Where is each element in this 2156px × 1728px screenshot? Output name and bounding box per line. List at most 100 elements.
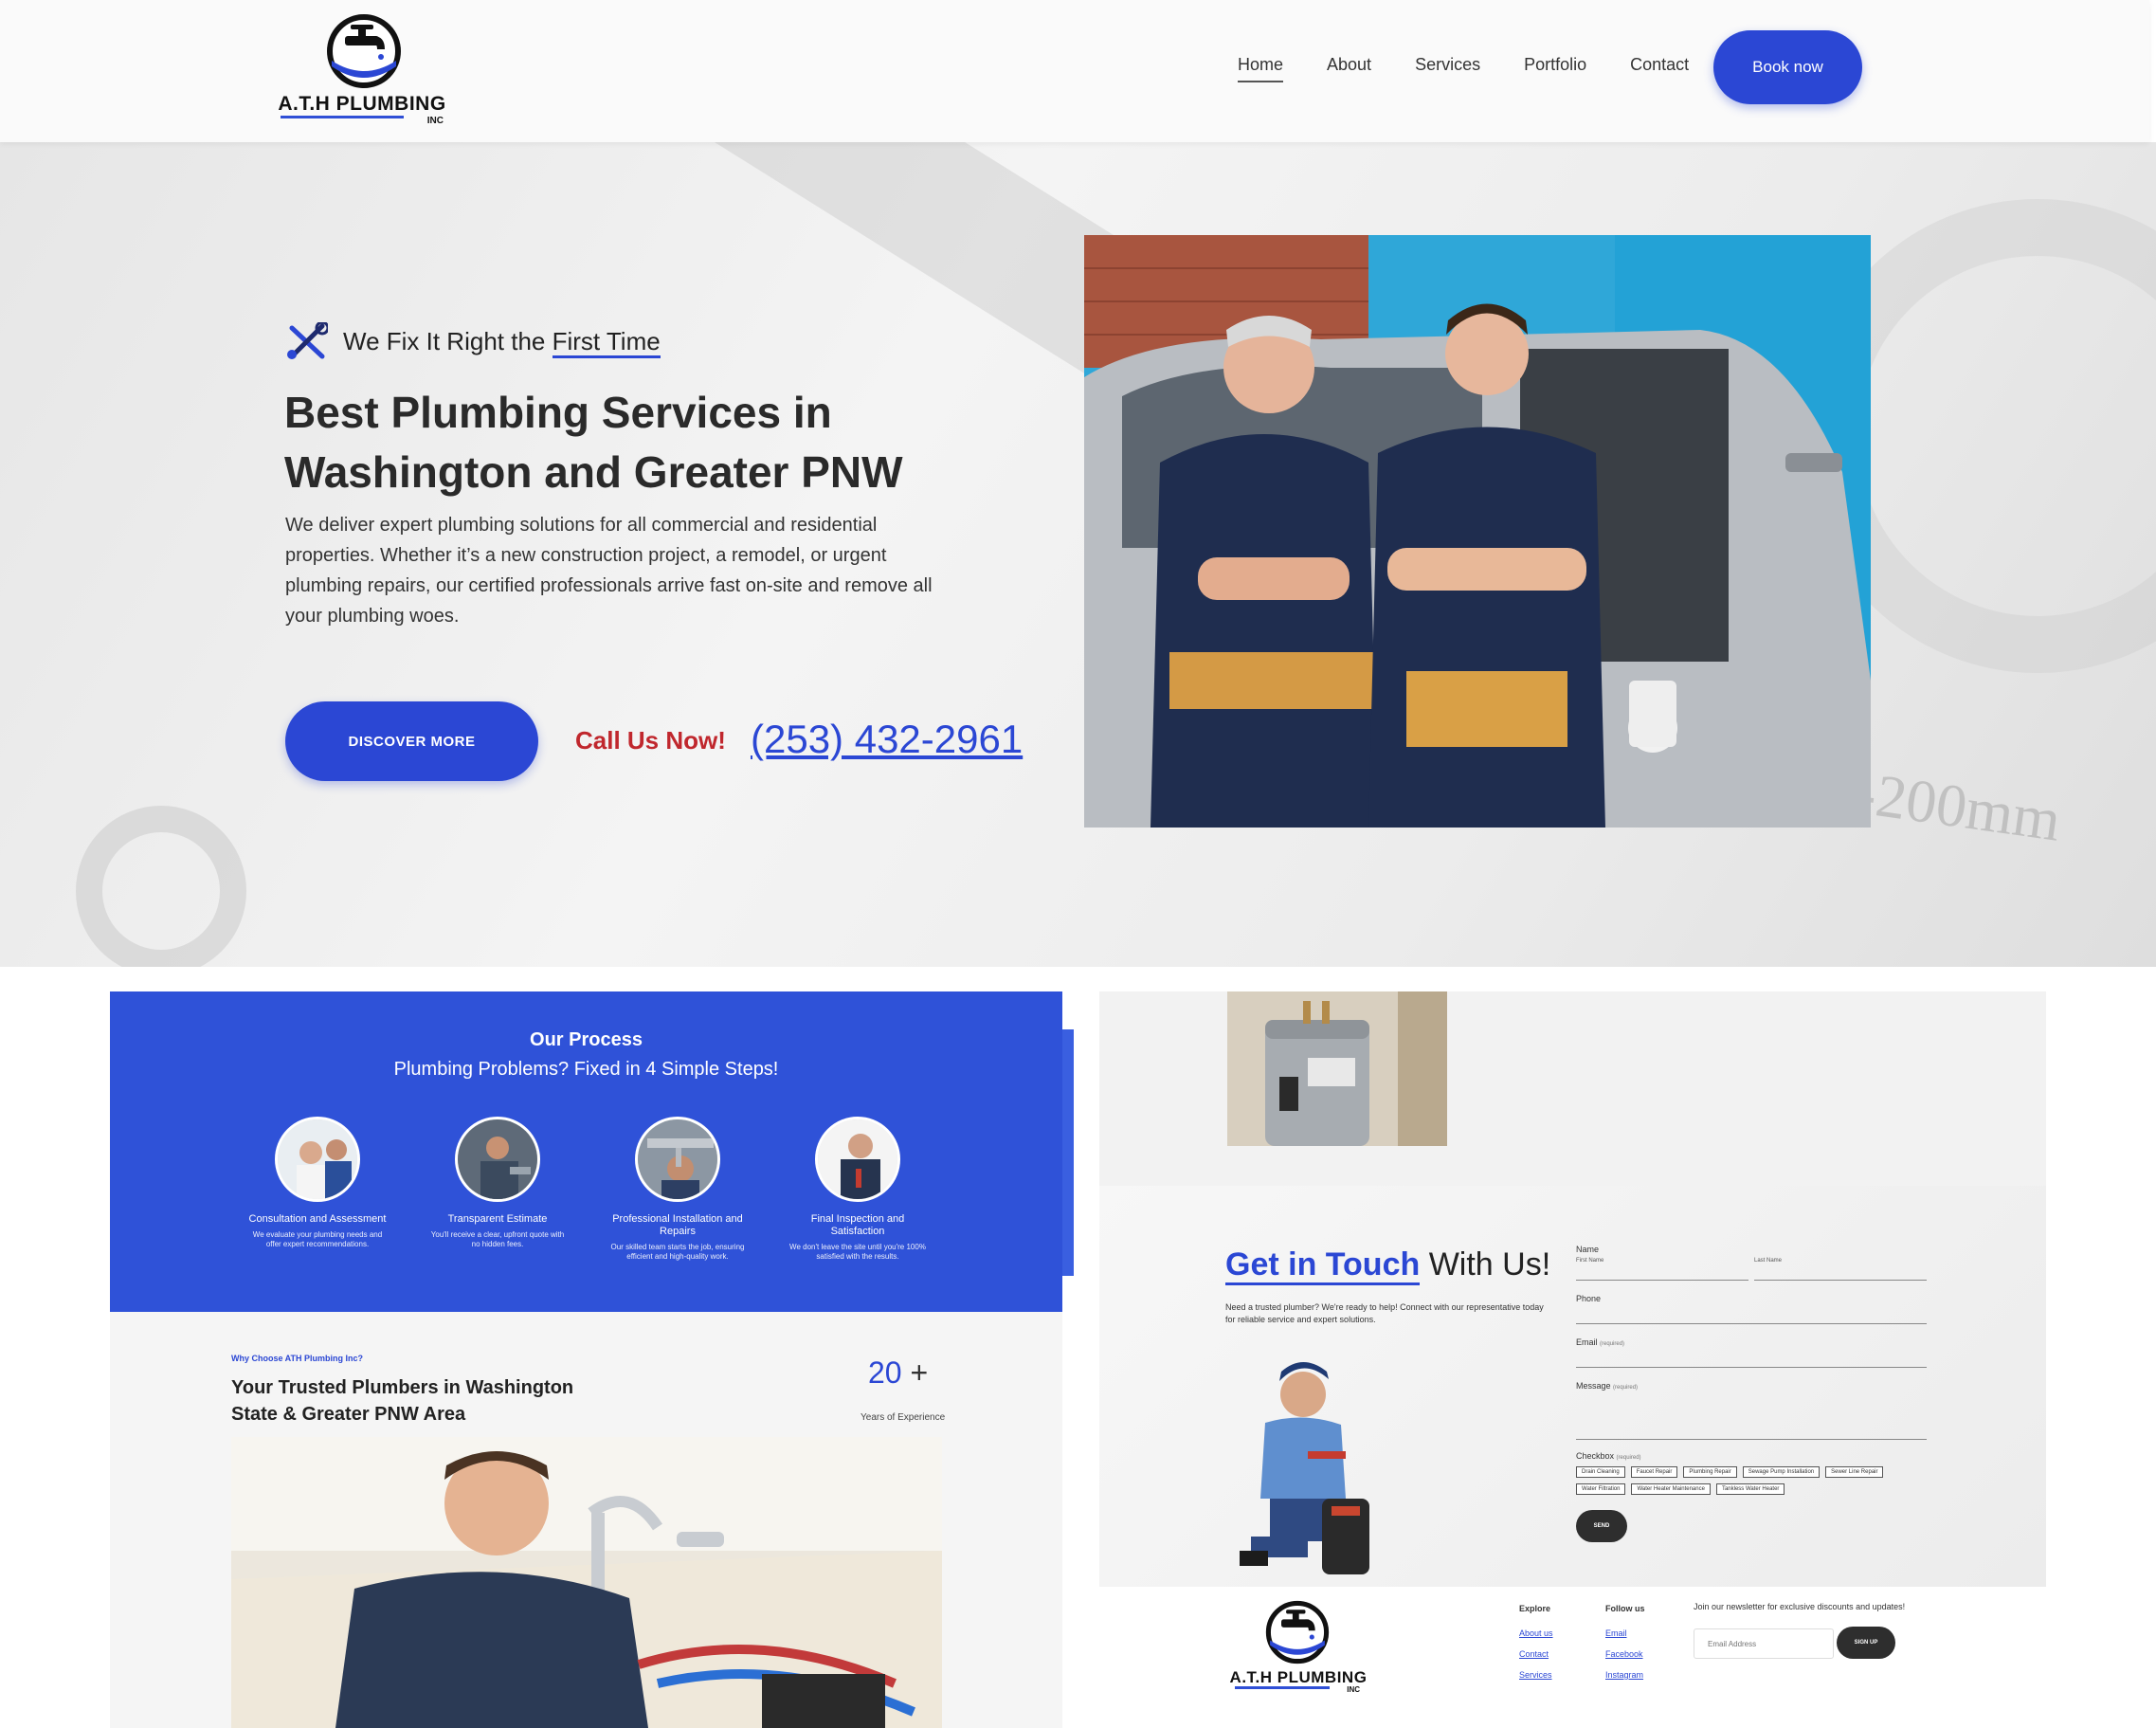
first-name-field[interactable]: First Name [1576,1258,1748,1281]
phone-label: Phone [1576,1294,1602,1303]
checkbox-option[interactable]: Sewage Pump Installation [1742,1466,1821,1478]
first-name-input[interactable] [1576,1264,1748,1281]
trusted-plumber-photo [231,1437,942,1728]
checkbox-required: (required) [1616,1455,1641,1461]
process-preview-card: Our Process Plumbing Problems? Fixed in … [110,991,1074,1728]
nav-home[interactable]: Home [1238,55,1284,82]
brand-name: A.T.H PLUMBING [278,93,446,115]
step-description: Our skilled team starts the job, ensurin… [610,1243,745,1261]
site-header: A.T.H PLUMBING INC Home About Services P… [0,0,2149,142]
contact-title-highlight: Get in Touch [1225,1246,1421,1285]
step-photo-consultation [275,1117,360,1202]
discover-more-button[interactable]: DISCOVER MORE [285,701,538,781]
footer-link-instagram[interactable]: Instagram [1605,1670,1645,1680]
process-edge-strip [1062,1029,1074,1276]
phone-input[interactable] [1576,1303,1927,1324]
step-description: We don't leave the site until you're 100… [789,1243,926,1261]
brand-underline [281,116,404,118]
email-field[interactable]: Email (required) [1576,1337,1927,1368]
hero-background-fitting [76,806,246,967]
tagline-prefix: We Fix It Right the [343,326,553,355]
contact-preview-card: Get in Touch With Us! Need a trusted plu… [1099,991,2046,1728]
step-title: Professional Installation and Repairs [612,1213,743,1237]
email-label: Email (required) [1576,1337,1927,1347]
last-name-field[interactable]: Last Name [1754,1258,1927,1281]
sign-up-button[interactable]: SIGN UP [1837,1627,1895,1659]
footer-link-services[interactable]: Services [1519,1670,1553,1680]
step-title: Transparent Estimate [447,1213,548,1225]
why-choose-label: Why Choose ATH Plumbing Inc? [231,1354,363,1363]
explore-title: Explore [1519,1604,1551,1613]
step-title: Final Inspection and Satisfaction [810,1213,905,1237]
step-title: Consultation and Assessment [248,1213,387,1225]
footer-link-email[interactable]: Email [1605,1628,1645,1638]
book-now-button[interactable]: Book now [1713,30,1862,104]
checkbox-label-text: Checkbox [1576,1451,1615,1461]
brand-logo[interactable]: A.T.H PLUMBING INC [277,11,447,126]
follow-title: Follow us [1605,1604,1645,1613]
nav-services[interactable]: Services [1415,55,1480,82]
newsletter-email-input[interactable] [1694,1628,1834,1659]
checkbox-option[interactable]: Plumbing Repair [1683,1466,1737,1478]
footer-logo[interactable]: A.T.H PLUMBING INC [1227,1600,1369,1695]
contact-form: Name First Name Last Name Phone Email (r… [1576,1245,1927,1542]
tagline-text: We Fix It Right the First Time [343,326,661,358]
footer-link-facebook[interactable]: Facebook [1605,1649,1645,1659]
process-section: Our Process Plumbing Problems? Fixed in … [110,991,1062,1312]
nav-about[interactable]: About [1327,55,1371,82]
footer-brand-name: A.T.H PLUMBING [1229,1668,1368,1686]
message-required: (required) [1613,1385,1639,1391]
checkbox-option[interactable]: Drain Cleaning [1576,1466,1625,1478]
email-label-text: Email [1576,1337,1598,1347]
contact-title: Get in Touch With Us! [1225,1246,1551,1285]
checkbox-option[interactable]: Water Heater Maintenance [1631,1483,1711,1495]
name-row: First Name Last Name [1576,1258,1927,1281]
faucet-logo-icon [1265,1600,1330,1664]
brand-suffix: INC [426,116,444,126]
contact-description: Need a trusted plumber? We're ready to h… [1225,1302,1544,1324]
wrench-screwdriver-icon [287,322,328,359]
footer-link-about[interactable]: About us [1519,1628,1553,1638]
checkbox-option[interactable]: Faucet Repair [1630,1466,1678,1478]
hero-title: Best Plumbing Services in Washington and… [284,388,903,497]
message-field[interactable]: Message (required) [1576,1381,1927,1440]
footer-follow-column: Follow us Email Facebook Instagram [1605,1604,1645,1691]
email-input[interactable] [1576,1347,1927,1368]
checkbox-options: Drain Cleaning Faucet Repair Plumbing Re… [1576,1466,1927,1495]
message-label: Message (required) [1576,1381,1927,1391]
newsletter-text: Join our newsletter for exclusive discou… [1694,1602,1906,1611]
call-us-label: Call Us Now! [575,726,726,755]
contact-title-rest: With Us! [1420,1246,1551,1282]
footer-brand-suffix: INC [1347,1685,1360,1694]
hero-section: 3"-200mm We Fix It Right the First Time … [0,142,2156,967]
process-subtitle: Plumbing Problems? Fixed in 4 Simple Ste… [393,1059,779,1080]
step-photo-estimate [455,1117,540,1202]
email-required: (required) [1600,1341,1625,1347]
contact-section: Get in Touch With Us! Need a trusted plu… [1099,1186,2046,1587]
nav-contact[interactable]: Contact [1630,55,1689,82]
kneeling-plumber-photo [1213,1356,1393,1579]
checkbox-option[interactable]: Tankless Water Heater [1715,1483,1785,1495]
checkbox-option[interactable]: Sewer Line Repair [1825,1466,1884,1478]
nav-portfolio[interactable]: Portfolio [1524,55,1586,82]
message-label-text: Message [1576,1381,1611,1391]
water-heater-photo [1227,991,1447,1146]
send-button[interactable]: SEND [1576,1510,1627,1542]
step-photo-inspection [815,1117,900,1202]
step-description: We evaluate your plumbing needs and offe… [252,1230,383,1248]
checkbox-option[interactable]: Water Filtration [1576,1483,1626,1495]
process-step: Consultation and Assessment We evaluate … [246,1117,389,1249]
message-input[interactable] [1576,1391,1927,1440]
phone-field[interactable]: Phone [1576,1294,1927,1324]
years-counter: 20 + [868,1355,928,1391]
footer-link-contact[interactable]: Contact [1519,1649,1553,1659]
hero-plumbers-photo [1084,235,1871,828]
tagline-highlight: First Time [552,326,661,358]
process-step: Professional Installation and Repairs Ou… [607,1117,749,1262]
years-label: Years of Experience [861,1412,946,1423]
step-photo-installation [635,1117,720,1202]
process-title: Our Process [530,1029,643,1050]
last-name-input[interactable] [1754,1264,1927,1281]
footer-explore-column: Explore About us Contact Services [1519,1604,1553,1691]
phone-link[interactable]: (253) 432-2961 [751,717,1023,762]
